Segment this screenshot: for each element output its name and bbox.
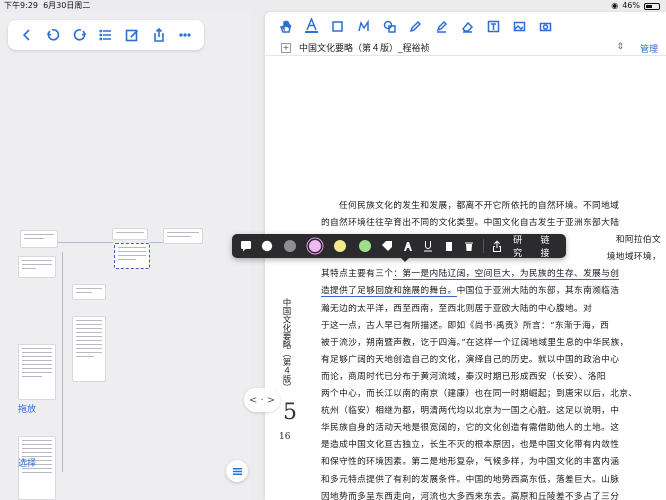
link-button[interactable]: 链接 bbox=[535, 234, 562, 259]
page-number: 16 bbox=[279, 432, 291, 442]
rectangle-select-icon[interactable] bbox=[331, 20, 344, 33]
color-swatch-dot bbox=[358, 240, 371, 252]
color-swatch[interactable] bbox=[302, 234, 327, 258]
color-swatch[interactable] bbox=[277, 234, 302, 258]
text-line: 瀚无边的太平洋，西至西南，至西北则居于亚欧大陆的中心腹地。对 bbox=[321, 303, 593, 314]
share-icon[interactable] bbox=[487, 234, 508, 258]
text-line: 和保守性的环境因素。第二是地形复杂，气候多样，为中国文化的丰富内涵 bbox=[321, 457, 620, 468]
left-toolbar bbox=[8, 20, 204, 50]
color-swatch-dot bbox=[308, 240, 321, 252]
status-time-date: 下午9:29 6月30日周二 bbox=[4, 0, 90, 12]
text-line: 被于流沙，朔南暨声教，讫于四海。”在这样一个辽阔地域里生息的中华民族， bbox=[321, 337, 629, 348]
text-line: 杭州（临安）相继为都，明清两代均以北京为一国之心脏。这足以说明，中 bbox=[321, 406, 620, 417]
text-line: 有足够广阔的天地创造自己的文化，演绎自己的历史。就以中国的政治中心 bbox=[321, 354, 620, 365]
edit-icon[interactable] bbox=[123, 26, 141, 44]
mindmap-node[interactable] bbox=[112, 228, 148, 240]
battery-icon bbox=[644, 2, 660, 10]
copy-icon[interactable] bbox=[439, 234, 460, 258]
share-icon[interactable] bbox=[150, 26, 168, 44]
context-menu-pointer bbox=[400, 257, 410, 262]
text-line: 其特点主要有三个：第一是内陆辽阔，空间巨大，为民族的生存、发展与创 bbox=[321, 266, 661, 283]
more-icon[interactable] bbox=[176, 26, 194, 44]
highlighted-text[interactable]: 造提供了足够回旋和施展的舞台。 bbox=[321, 286, 457, 298]
eraser-icon[interactable] bbox=[461, 20, 474, 33]
mindmap-panel: 拖放 选择 bbox=[0, 12, 250, 500]
hand-icon[interactable] bbox=[279, 20, 292, 33]
status-time: 下午9:29 bbox=[4, 1, 38, 10]
outline-menu-button[interactable] bbox=[226, 460, 248, 482]
mindmap-node[interactable] bbox=[20, 230, 58, 248]
shape-icon[interactable] bbox=[383, 20, 396, 33]
text-line: 两个中心，而长江以南的南京（建康）也在同一时期崛起；到唐宋以后，北京、 bbox=[321, 389, 638, 400]
color-swatches bbox=[277, 234, 377, 258]
color-swatch-dot bbox=[283, 240, 296, 252]
status-bar: 下午9:29 6月30日周二 ◉ 46% bbox=[0, 0, 666, 12]
undo-icon[interactable] bbox=[44, 26, 62, 44]
list-icon[interactable] bbox=[97, 26, 115, 44]
page-mark: 5 bbox=[283, 400, 297, 425]
color-swatch[interactable] bbox=[352, 234, 377, 258]
context-menu-divider bbox=[482, 239, 484, 253]
text-line: 任何民族文化的发生和发展，都离不开它所依托的自然环境。不同地域 bbox=[339, 201, 620, 211]
mindmap-connector bbox=[150, 242, 164, 243]
wifi-icon: ◉ bbox=[611, 1, 619, 10]
pen-icon[interactable] bbox=[409, 20, 422, 33]
text-color-icon[interactable] bbox=[398, 234, 419, 258]
mindmap-node[interactable] bbox=[72, 316, 106, 382]
status-date: 6月30日周二 bbox=[43, 1, 91, 10]
mindmap-node-selected[interactable] bbox=[114, 243, 150, 269]
text-line: 是造成中国文化亘古独立，长生不灭的根本原因，也是中国文化带有内敛性 bbox=[321, 440, 620, 451]
tag-icon[interactable] bbox=[377, 234, 398, 258]
text-line: 于这一点，古人早已有所描述。即如《尚书·禹贡》所言：“东渐于海，西 bbox=[321, 320, 610, 331]
lasso-icon[interactable] bbox=[357, 19, 370, 33]
highlighted-text[interactable]: ：第一是内陆辽阔，空间巨大，为民族的生存、发展与创 bbox=[393, 269, 620, 281]
mindmap-node[interactable] bbox=[18, 344, 56, 400]
text-fragment: 其特点主要有三个 bbox=[321, 269, 394, 280]
palette-icon[interactable] bbox=[257, 234, 278, 258]
page-side-title: 中国文化要略（第４版） bbox=[281, 298, 291, 392]
text-fragment: 中国位于亚洲大陆的东部，其东南濒临浩 bbox=[456, 286, 620, 297]
mindmap-connector bbox=[62, 252, 63, 472]
color-swatch[interactable] bbox=[327, 234, 352, 258]
menu-icon bbox=[232, 467, 242, 475]
document-tab-bar: + 中国文化要略（第４版）_程裕祯 ⇕ 管理 bbox=[265, 40, 666, 56]
mindmap-node[interactable] bbox=[163, 228, 203, 244]
annotation-toolbar bbox=[265, 12, 666, 40]
text-line: 和多元特点提供了有利的发展条件。中国的地势西高东低，落差巨大。山脉 bbox=[321, 474, 620, 485]
sort-icon[interactable]: ⇕ bbox=[616, 42, 624, 52]
text-highlight-icon[interactable] bbox=[305, 18, 318, 33]
split-view-handle[interactable]: < · > bbox=[244, 388, 280, 412]
highlighter-icon[interactable] bbox=[435, 20, 448, 33]
add-tab-icon[interactable]: + bbox=[281, 42, 291, 53]
mindmap-node[interactable] bbox=[72, 284, 106, 300]
text-line: 造提供了足够回旋和施展的舞台。中国位于亚洲大陆的东部，其东南濒临浩 bbox=[321, 283, 661, 300]
mindmap-canvas[interactable] bbox=[0, 212, 250, 500]
annotation-context-menu: 研究 链接 bbox=[232, 234, 566, 259]
color-swatch-dot bbox=[333, 240, 346, 252]
research-button[interactable]: 研究 bbox=[507, 234, 534, 259]
status-right: ◉ 46% bbox=[611, 0, 660, 12]
select-label[interactable]: 选择 bbox=[18, 456, 36, 469]
battery-percent: 46% bbox=[622, 1, 640, 10]
text-line: 而论，商周时代已分布于黄河流域，秦汉时期已形成西安（长安）、洛阳 bbox=[321, 371, 606, 382]
mindmap-connector bbox=[58, 242, 113, 243]
battery-fill bbox=[646, 4, 652, 8]
note-icon[interactable] bbox=[236, 234, 257, 258]
text-box-icon[interactable] bbox=[487, 20, 500, 33]
text-line: 因地势而多呈东西走向，河流也大多西来东去。高原和丘陵差不多占了三分 bbox=[321, 491, 620, 500]
redo-icon[interactable] bbox=[71, 26, 89, 44]
trash-icon[interactable] bbox=[459, 234, 480, 258]
mindmap-node[interactable] bbox=[18, 256, 56, 278]
back-icon[interactable] bbox=[18, 26, 36, 44]
camera-icon[interactable] bbox=[539, 20, 552, 33]
text-line: 华民族自身的活动天地是很宽阔的，它的文化创造有需借助他人的土地。这 bbox=[321, 423, 620, 434]
image-icon[interactable] bbox=[513, 20, 526, 33]
drag-label[interactable]: 拖放 bbox=[18, 402, 36, 415]
underline-icon[interactable] bbox=[418, 234, 439, 258]
text-line: 的自然环境往往孕育出不同的文化类型。中国文化自古发生于亚洲东部大陆 bbox=[321, 218, 620, 229]
document-title[interactable]: 中国文化要略（第４版）_程裕祯 bbox=[299, 41, 430, 54]
manage-button[interactable]: 管理 bbox=[640, 42, 658, 55]
